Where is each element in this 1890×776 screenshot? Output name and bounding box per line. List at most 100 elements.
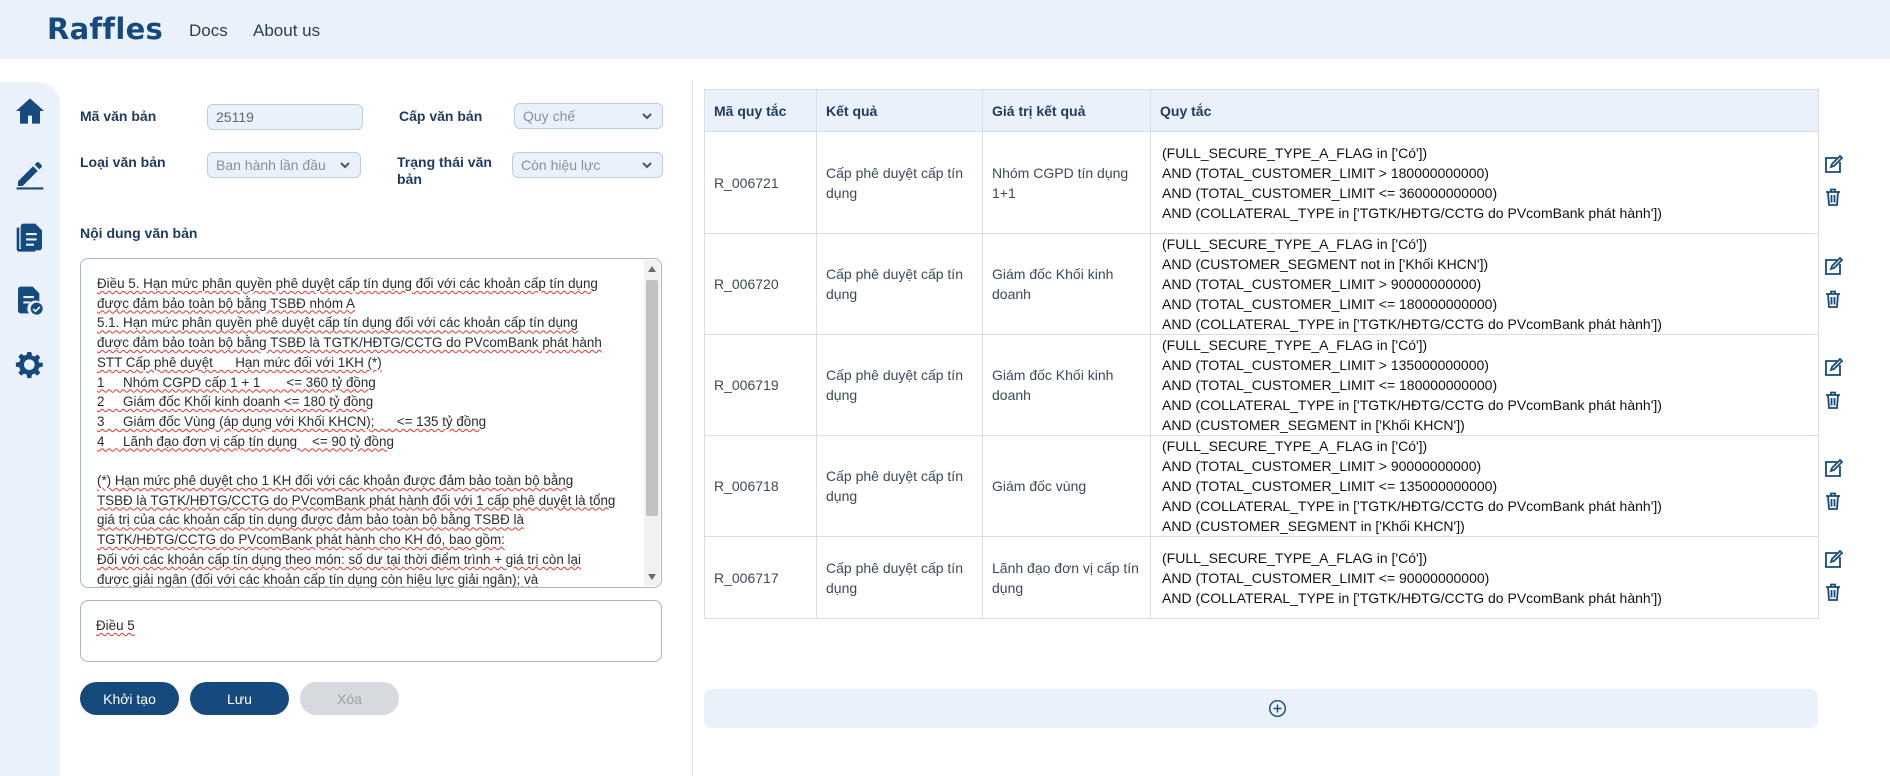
rule-value-cell: Giám đốc Khối kinh doanh [982, 334, 1151, 436]
document-line: 4 Lãnh đạo đơn vị cấp tín dụng <= 90 tỷ … [97, 433, 394, 449]
sidebar [0, 82, 60, 776]
rule-value-cell: Lãnh đạo đơn vị cấp tín dụng [982, 536, 1151, 619]
document-line: 3 Giám đốc Vùng (áp dụng với Khối KHCN);… [97, 413, 487, 429]
init-button[interactable]: Khởi tạo [80, 682, 179, 715]
rule-value-cell: Giám đốc vùng [982, 435, 1151, 537]
document-line: giá trị của các khoản cấp tín dụng được … [97, 512, 524, 528]
document-line: được đảm bảo toàn bộ bằng TSBĐ nhóm A [97, 295, 355, 311]
rule-expression-cell: (FULL_SECURE_TYPE_A_FLAG in ['Có']) AND (… [1150, 131, 1819, 234]
heading-input-value: Điều 5 [96, 618, 135, 633]
home-icon[interactable] [12, 93, 48, 129]
trang-thai-label: Trạng thái văn bản [397, 154, 492, 187]
document-content-text: Điều 5. Hạn mức phân quyền phê duyệt cấp… [97, 274, 637, 587]
edit-icon[interactable] [1822, 154, 1844, 176]
document-check-icon[interactable] [12, 282, 48, 318]
rule-code-cell: R_006719 [704, 334, 817, 436]
rule-line: AND (CUSTOMER_SEGMENT not in ['Khối KHCN… [1162, 256, 1489, 272]
add-rule-button[interactable] [704, 689, 1818, 728]
rule-line: AND (COLLATERAL_TYPE in ['TGTK/HĐTG/CCTG… [1162, 397, 1662, 413]
table-row[interactable]: R_006720 Cấp phê duyệt cấp tín dụng Giám đ… [704, 233, 1819, 335]
rule-line: AND (TOTAL_CUSTOMER_LIMIT <= 36000000000… [1162, 184, 1498, 201]
edit-icon[interactable] [1822, 549, 1844, 571]
chevron-down-icon [338, 158, 352, 172]
rule-line: (FULL_SECURE_TYPE_A_FLAG in ['Có']) [1162, 337, 1428, 353]
table-row[interactable]: R_006721 Cấp phê duyệt cấp tín dụng Nhóm C… [704, 131, 1819, 234]
edit-icon[interactable] [1822, 357, 1844, 379]
gears-icon[interactable] [12, 346, 48, 382]
cap-van-ban-value: Quy chế [523, 108, 576, 124]
rule-result-cell: Cấp phê duyệt cấp tín dụng [816, 131, 983, 234]
rule-value-cell: Giám đốc Khối kinh doanh [982, 233, 1151, 335]
rule-code-cell: R_006717 [704, 536, 817, 619]
trang-thai-select[interactable]: Còn hiệu lực [512, 152, 663, 178]
document-line: 5.1. Hạn mức phân quyền phê duyệt cấp tí… [97, 315, 578, 331]
col-header-value: Giá trị kết quả [982, 89, 1151, 132]
rule-line: AND (TOTAL_CUSTOMER_LIMIT <= 18000000000… [1162, 296, 1498, 312]
trash-icon[interactable] [1822, 186, 1844, 208]
rule-line: AND (TOTAL_CUSTOMER_LIMIT > 90000000000) [1162, 276, 1482, 292]
noi-dung-label: Nội dung văn bản [80, 225, 198, 241]
chevron-down-icon [640, 158, 654, 172]
rule-line: (FULL_SECURE_TYPE_A_FLAG in ['Có']) [1162, 549, 1428, 566]
cap-van-ban-select[interactable]: Quy chế [514, 103, 663, 129]
document-line: Điều 5. Hạn mức phân quyền phê duyệt cấp… [97, 276, 598, 291]
document-line: Đối với các khoản cấp tín dụng theo món:… [97, 551, 581, 567]
rule-line: (FULL_SECURE_TYPE_A_FLAG in ['Có']) [1162, 438, 1428, 454]
document-content-textarea[interactable]: Điều 5. Hạn mức phân quyền phê duyệt cấp… [80, 258, 662, 588]
rule-line: AND (TOTAL_CUSTOMER_LIMIT <= 90000000000… [1162, 569, 1490, 586]
col-header-rule: Quy tắc [1150, 89, 1819, 132]
rule-result-cell: Cấp phê duyệt cấp tín dụng [816, 536, 983, 619]
rule-result-cell: Cấp phê duyệt cấp tín dụng [816, 233, 983, 335]
scroll-down-arrow-icon[interactable] [648, 574, 656, 580]
brand-logo[interactable]: Raffles [47, 12, 163, 46]
rule-code-cell: R_006721 [704, 131, 817, 234]
rule-line: AND (COLLATERAL_TYPE in ['TGTK/HĐTG/CCTG… [1162, 589, 1662, 606]
rule-line: AND (COLLATERAL_TYPE in ['TGTK/HĐTG/CCTG… [1162, 498, 1662, 514]
table-row[interactable]: R_006718 Cấp phê duyệt cấp tín dụng Giám đ… [704, 435, 1819, 537]
edit-icon[interactable] [12, 156, 48, 192]
document-scrollbar[interactable] [644, 260, 660, 586]
rule-line: AND (CUSTOMER_SEGMENT in ['Khối KHCN']) [1162, 518, 1465, 534]
rule-expression-cell: (FULL_SECURE_TYPE_A_FLAG in ['Có']) AND (… [1150, 233, 1819, 335]
heading-input[interactable]: Điều 5 [80, 600, 662, 662]
rule-result-cell: Cấp phê duyệt cấp tín dụng [816, 334, 983, 436]
trash-icon[interactable] [1822, 581, 1844, 603]
trash-icon[interactable] [1822, 490, 1844, 512]
table-row[interactable]: R_006717 Cấp phê duyệt cấp tín dụng Lãnh đ… [704, 536, 1819, 619]
document-icon[interactable] [12, 219, 48, 255]
scroll-up-arrow-icon[interactable] [648, 266, 656, 272]
edit-icon[interactable] [1822, 458, 1844, 480]
document-line: 1 Nhóm CGPD cấp 1 + 1 <= 360 tỷ đồng [97, 374, 376, 390]
col-header-result: Kết quả [816, 89, 983, 132]
document-line: được đảm bảo toàn bộ bằng TSBĐ là TGTK/H… [97, 335, 602, 351]
nav-about-link[interactable]: About us [253, 21, 320, 41]
ma-van-ban-input[interactable]: 25119 [207, 104, 363, 130]
rule-line: AND (TOTAL_CUSTOMER_LIMIT <= 13500000000… [1162, 478, 1498, 494]
trash-icon[interactable] [1822, 389, 1844, 411]
edit-icon[interactable] [1822, 256, 1844, 278]
save-button[interactable]: Lưu [190, 682, 289, 715]
rule-expression-cell: (FULL_SECURE_TYPE_A_FLAG in ['Có']) AND (… [1150, 334, 1819, 436]
chevron-down-icon [640, 109, 654, 123]
plus-circle-icon [1268, 699, 1287, 718]
nav-docs-link[interactable]: Docs [189, 21, 228, 41]
rule-code-cell: R_006720 [704, 233, 817, 335]
rule-line: AND (TOTAL_CUSTOMER_LIMIT > 90000000000) [1162, 458, 1482, 474]
cap-van-ban-label: Cấp văn bản [399, 108, 483, 124]
loai-van-ban-select[interactable]: Ban hành lần đầu [207, 152, 361, 178]
table-row[interactable]: R_006719 Cấp phê duyệt cấp tín dụng Giám đ… [704, 334, 1819, 436]
document-line: (*) Hạn mức phê duyệt cho 1 KH đối với c… [97, 473, 574, 489]
panel-divider [692, 80, 693, 776]
col-header-code: Mã quy tắc [704, 89, 817, 132]
rule-value-cell: Nhóm CGPD tín dụng 1+1 [982, 131, 1151, 234]
delete-button[interactable]: Xóa [300, 682, 399, 715]
scrollbar-thumb[interactable] [646, 280, 658, 516]
document-line: được giải ngân (đối với các khoản cấp tí… [97, 571, 539, 587]
document-line: STT Cấp phê duyệt Hạn mức đối với 1KH (*… [97, 354, 382, 370]
trash-icon[interactable] [1822, 288, 1844, 310]
table-header-row: Mã quy tắc Kết quả Giá trị kết quả Quy t… [704, 89, 1819, 132]
top-nav-bar: Raffles Docs About us [0, 0, 1890, 59]
trang-thai-value: Còn hiệu lực [521, 157, 601, 173]
rule-line: AND (TOTAL_CUSTOMER_LIMIT > 180000000000… [1162, 164, 1489, 181]
